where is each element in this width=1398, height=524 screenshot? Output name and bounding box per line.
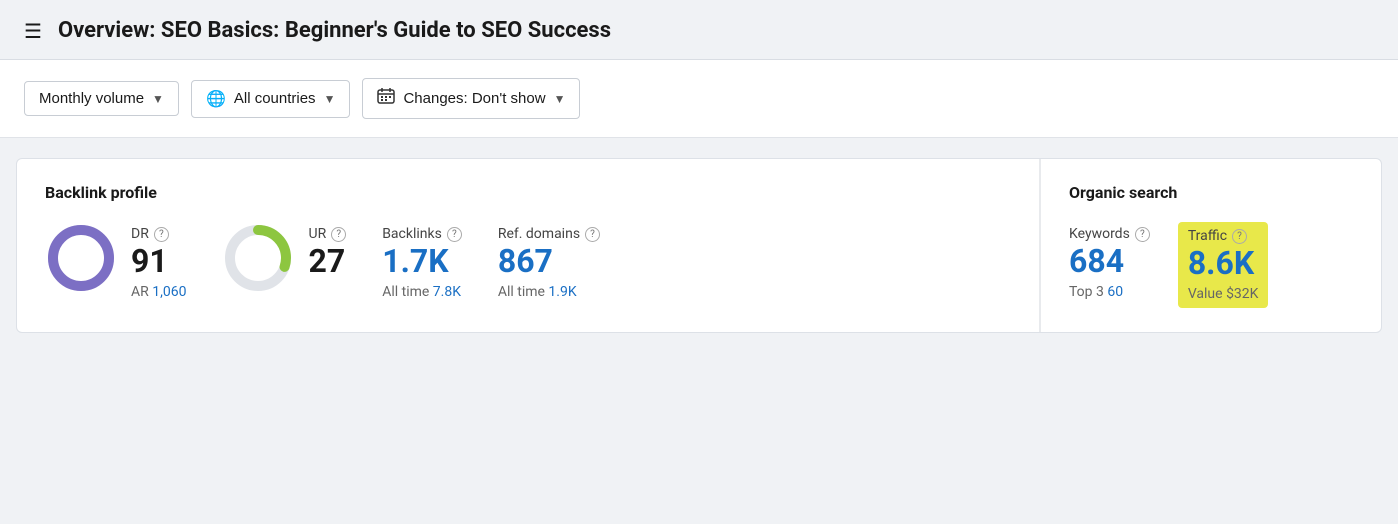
backlinks-alltime: All time 7.8K <box>382 284 462 300</box>
monthly-volume-label: Monthly volume <box>39 90 144 107</box>
backlink-section-title: Backlink profile <box>45 183 1011 202</box>
keywords-value: 684 <box>1069 242 1150 280</box>
monthly-volume-dropdown[interactable]: Monthly volume ▼ <box>24 81 179 116</box>
ref-domains-label: Ref. domains ? <box>498 226 600 242</box>
calendar-icon <box>377 87 395 110</box>
top3-value[interactable]: 60 <box>1107 284 1123 300</box>
organic-metrics-row: Keywords ? 684 Top 3 60 Traffic ? 8.6 <box>1069 222 1353 308</box>
ur-value: 27 <box>308 242 346 280</box>
main-content: Backlink profile DR ? <box>0 138 1398 353</box>
metrics-cards-row: Backlink profile DR ? <box>16 158 1382 333</box>
globe-icon: 🌐 <box>206 89 226 109</box>
dr-value: 91 <box>131 242 186 280</box>
ref-domains-help-icon[interactable]: ? <box>585 227 600 242</box>
dr-info: DR ? 91 AR 1,060 <box>131 222 186 300</box>
ur-label: UR ? <box>308 226 346 242</box>
traffic-value-amount: $32K <box>1226 286 1258 302</box>
traffic-metric: Traffic ? 8.6K Value $32K <box>1178 222 1269 308</box>
traffic-label: Traffic ? <box>1188 228 1259 244</box>
page-header: ☰ Overview: SEO Basics: Beginner's Guide… <box>0 0 1398 60</box>
hamburger-icon[interactable]: ☰ <box>24 19 42 43</box>
backlinks-help-icon[interactable]: ? <box>447 227 462 242</box>
organic-section-title: Organic search <box>1069 183 1353 202</box>
ur-donut-chart <box>222 222 294 294</box>
dr-donut-chart <box>45 222 117 294</box>
filter-bar: Monthly volume ▼ 🌐 All countries ▼ Chang… <box>0 60 1398 138</box>
traffic-value-sub: Value $32K <box>1188 286 1259 302</box>
dr-label: DR ? <box>131 226 186 242</box>
dr-metric-group: DR ? 91 AR 1,060 <box>45 222 186 300</box>
ref-domains-alltime: All time 1.9K <box>498 284 600 300</box>
backlinks-value: 1.7K <box>382 242 462 280</box>
ur-info: UR ? 27 <box>308 222 346 280</box>
backlinks-alltime-value[interactable]: 7.8K <box>433 284 461 300</box>
ref-domains-value: 867 <box>498 242 600 280</box>
ar-value[interactable]: 1,060 <box>152 284 186 300</box>
all-countries-label: All countries <box>234 90 316 107</box>
backlink-profile-card: Backlink profile DR ? <box>17 159 1041 332</box>
keywords-top3: Top 3 60 <box>1069 284 1150 300</box>
ref-domains-metric: Ref. domains ? 867 All time 1.9K <box>498 222 600 300</box>
page-title: Overview: SEO Basics: Beginner's Guide t… <box>58 18 611 43</box>
dr-ar: AR 1,060 <box>131 284 186 300</box>
dr-help-icon[interactable]: ? <box>154 227 169 242</box>
traffic-value: 8.6K <box>1188 244 1259 282</box>
organic-search-card: Organic search Keywords ? 684 Top 3 60 <box>1041 159 1381 332</box>
changes-dropdown[interactable]: Changes: Don't show ▼ <box>362 78 580 119</box>
keywords-metric: Keywords ? 684 Top 3 60 <box>1069 222 1150 300</box>
ur-help-icon[interactable]: ? <box>331 227 346 242</box>
traffic-help-icon[interactable]: ? <box>1232 229 1247 244</box>
backlink-metrics-row: DR ? 91 AR 1,060 <box>45 222 1011 300</box>
keywords-help-icon[interactable]: ? <box>1135 227 1150 242</box>
backlinks-label: Backlinks ? <box>382 226 462 242</box>
chevron-down-icon: ▼ <box>324 92 336 106</box>
chevron-down-icon: ▼ <box>554 92 566 106</box>
backlinks-metric: Backlinks ? 1.7K All time 7.8K <box>382 222 462 300</box>
ur-metric-group: UR ? 27 <box>222 222 346 294</box>
ref-domains-alltime-value[interactable]: 1.9K <box>548 284 576 300</box>
keywords-label: Keywords ? <box>1069 226 1150 242</box>
all-countries-dropdown[interactable]: 🌐 All countries ▼ <box>191 80 351 118</box>
changes-label: Changes: Don't show <box>403 90 545 107</box>
chevron-down-icon: ▼ <box>152 92 164 106</box>
